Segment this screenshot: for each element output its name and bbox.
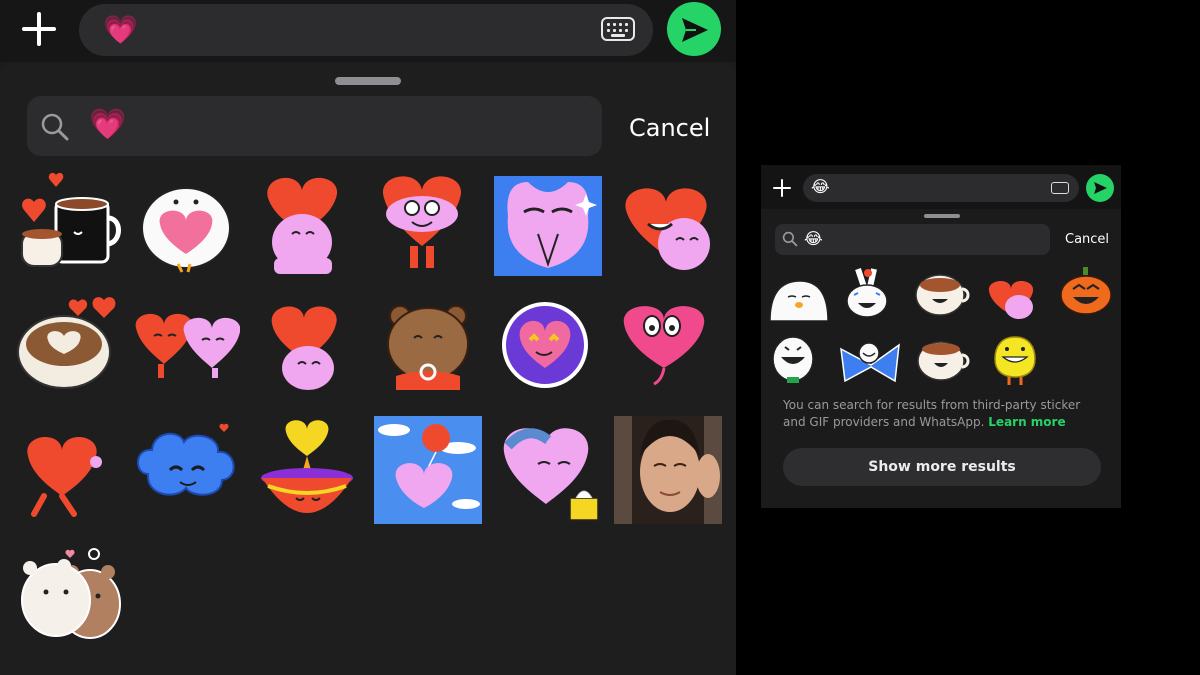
send-arrow-icon (1094, 182, 1107, 194)
sticker-latte-art-heart[interactable] (16, 296, 120, 396)
sticker-blue-cloud-face[interactable] (134, 422, 242, 516)
keyboard-icon[interactable] (601, 17, 635, 41)
search-icon (41, 113, 69, 141)
sticker-red-heart-holding-pink[interactable] (268, 302, 342, 392)
send-arrow-icon (682, 18, 708, 42)
sticker-pink-heart-face[interactable] (622, 304, 706, 386)
sticker-laughing-hearts[interactable] (987, 279, 1039, 321)
sticker-laughing-blue-characters[interactable] (839, 339, 901, 385)
sticker-bears-hugging[interactable] (16, 546, 122, 646)
sticker-red-heart-walking[interactable] (22, 432, 110, 518)
attach-plus-button[interactable] (20, 10, 58, 48)
cancel-button[interactable]: Cancel (629, 114, 710, 142)
sticker-smiling-coffee-cup[interactable] (916, 337, 970, 381)
third-party-info-text: You can search for results from third-pa… (783, 397, 1103, 431)
sheet-drag-handle[interactable] (335, 77, 401, 85)
sticker-white-blob[interactable] (768, 277, 828, 321)
attach-plus-button[interactable] (773, 179, 791, 197)
sticker-white-bird-hugging-heart[interactable] (138, 184, 234, 274)
keyboard-icon[interactable] (1051, 182, 1069, 194)
sticker-laughing-bunny[interactable] (844, 267, 890, 319)
show-more-results-button[interactable]: Show more results (783, 448, 1101, 486)
sticker-grinning-yellow-character[interactable] (993, 335, 1037, 387)
send-button[interactable] (1086, 174, 1114, 202)
search-query: 💗 (89, 107, 127, 142)
sticker-blue-monster-praying[interactable] (494, 176, 602, 276)
sticker-search-screen-small: 😂 😂 Cancel You can search for results fr… (761, 165, 1121, 508)
sticker-pink-heart-crying-tissues[interactable] (502, 422, 600, 522)
cancel-button[interactable]: Cancel (1065, 232, 1109, 247)
sticker-laughing-white-character[interactable] (771, 333, 815, 385)
sticker-diya-lamp-heart[interactable] (258, 420, 356, 520)
sticker-red-heart-over-pink[interactable] (262, 172, 344, 276)
message-composer: 😂 (761, 165, 1121, 209)
sticker-red-and-pink-hearts-hugging[interactable] (620, 180, 720, 276)
sticker-pink-hugging-red-heart[interactable] (374, 172, 470, 272)
learn-more-link[interactable]: Learn more (988, 415, 1065, 429)
message-value: 😂 (811, 177, 830, 196)
sticker-woman-crying-photo[interactable] (614, 416, 722, 524)
sticker-search-bar[interactable]: 😂 (775, 224, 1050, 255)
sticker-search-screen-large: 💗 💗 Cancel (0, 0, 736, 675)
message-value: 💗 (103, 13, 138, 46)
sheet-drag-handle[interactable] (924, 214, 960, 218)
sticker-laughing-coffee-cup[interactable] (914, 271, 970, 317)
sticker-heart-eyes-badge[interactable] (502, 302, 588, 388)
search-query: 😂 (804, 229, 823, 248)
message-input[interactable]: 💗 (79, 4, 653, 56)
sticker-pink-heart-with-balloon[interactable] (374, 416, 482, 524)
sticker-red-and-pink-hearts-couple[interactable] (132, 312, 240, 378)
message-input[interactable]: 😂 (803, 174, 1079, 202)
search-icon (782, 231, 798, 247)
sticker-bear-holding-ring[interactable] (384, 302, 472, 392)
sticker-search-bar[interactable]: 💗 (27, 96, 602, 156)
send-button[interactable] (667, 2, 721, 56)
message-composer: 💗 (0, 0, 736, 62)
sticker-laughing-pumpkin[interactable] (1059, 267, 1113, 315)
sticker-coffee-cups-hearts[interactable] (16, 170, 124, 275)
